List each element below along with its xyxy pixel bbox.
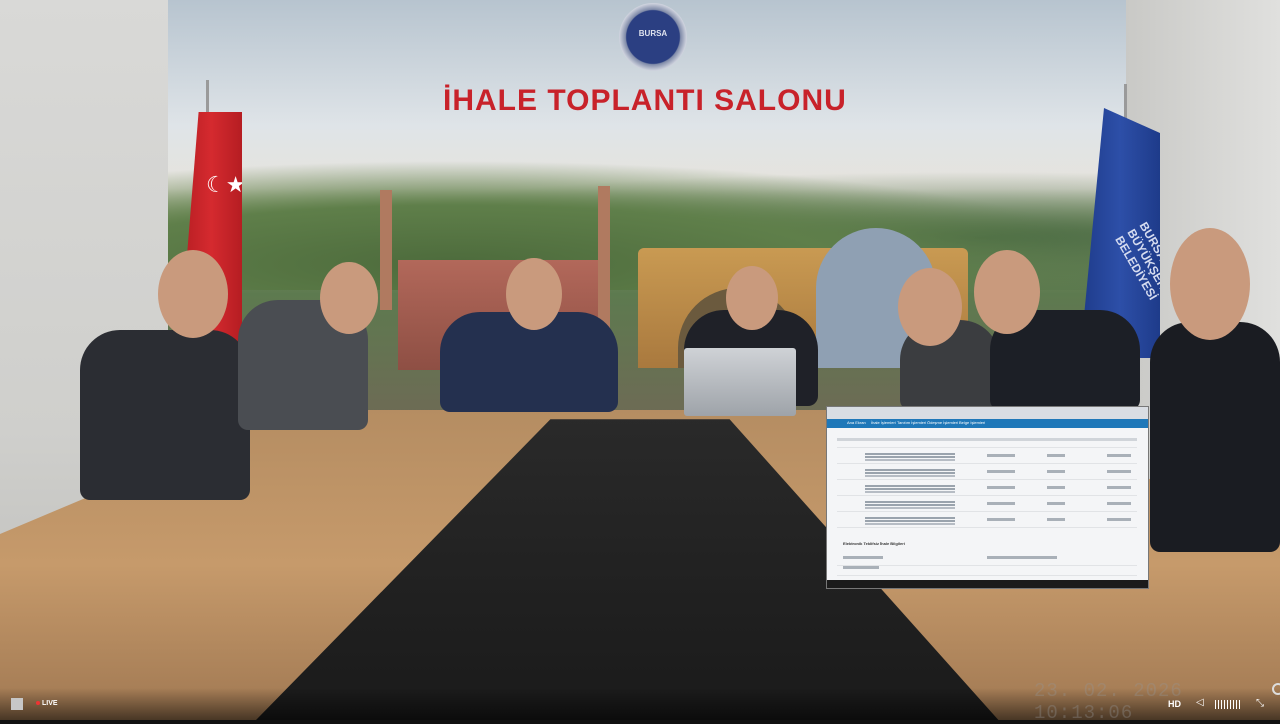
mural-minaret: [598, 186, 610, 336]
settings-icon[interactable]: [1272, 683, 1280, 695]
table-row: [837, 483, 1137, 496]
screen-share-overlay: Ana Ekran İhale İşlemleri Tanıtım İşleml…: [826, 406, 1149, 589]
nav-item[interactable]: Belge İşlemleri: [959, 420, 985, 425]
windows-taskbar: [827, 580, 1148, 588]
fullscreen-icon[interactable]: [1256, 698, 1266, 709]
room-title: İHALE TOPLANTI SALONU: [443, 84, 847, 117]
person-head: [158, 250, 228, 338]
nav-item[interactable]: Ödeşme İşlemleri: [927, 420, 958, 425]
table-row: [837, 467, 1137, 480]
person-head: [506, 258, 562, 330]
stop-icon[interactable]: [11, 698, 23, 710]
app-nav-bar: Ana Ekran İhale İşlemleri Tanıtım İşleml…: [827, 419, 1148, 428]
table-row: [837, 451, 1137, 464]
table-row: [837, 563, 1137, 576]
timestamp: 23. 02. 2026 10:13:06: [1034, 680, 1183, 724]
browser-bar: [827, 407, 1148, 419]
person-officer-far-right: [1150, 322, 1280, 552]
table-row: [837, 515, 1137, 528]
logo-text: BURSA: [638, 29, 668, 38]
person-head: [898, 268, 962, 346]
nav-item[interactable]: Tanıtım İşlemleri: [897, 420, 926, 425]
table-row: [837, 499, 1137, 512]
video-frame: BURSA İHALE TOPLANTI SALONU ☾★ BURSA BÜY…: [0, 0, 1280, 720]
crescent-star-icon: ☾★: [206, 172, 246, 197]
nav-item[interactable]: İhale İşlemleri: [871, 420, 896, 425]
live-badge: LIVE: [36, 700, 58, 707]
volume-icon[interactable]: ◁: [1196, 697, 1204, 708]
person-officer-left: [80, 330, 250, 500]
person-head: [320, 262, 378, 334]
table-header: [837, 435, 1137, 448]
hd-quality-button[interactable]: HD: [1168, 699, 1181, 709]
quality-icon[interactable]: [1215, 700, 1241, 709]
person-head: [726, 266, 778, 330]
person-head: [974, 250, 1040, 334]
laptop: [684, 348, 796, 416]
nav-item[interactable]: Ana Ekran: [847, 420, 866, 425]
mural-minaret: [380, 190, 392, 310]
bursa-logo: BURSA: [619, 3, 687, 71]
section-title: Elektronik Teklifsiz İhale Bilgileri: [843, 541, 905, 546]
person-head: [1170, 228, 1250, 340]
